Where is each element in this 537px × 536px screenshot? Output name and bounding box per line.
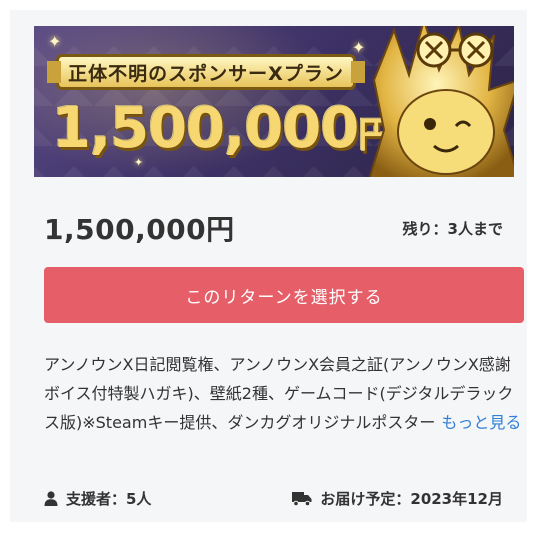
mascot-illustration (368, 26, 514, 177)
truck-icon (292, 491, 312, 506)
ribbon-tail-left (47, 61, 61, 83)
ribbon-tail-right (351, 61, 365, 83)
delivery-date: お届け予定：2023年12月 (320, 490, 503, 508)
banner-ribbon: 正体不明のスポンサーXプラン (47, 54, 365, 90)
banner-ribbon-text: 正体不明のスポンサーXプラン (68, 62, 344, 85)
delivery-info: お届け予定：2023年12月 (292, 488, 503, 509)
reward-price: 1,500,000円 (44, 213, 235, 246)
sparkle-icon: ✦ (48, 32, 62, 51)
select-reward-button[interactable]: このリターンを選択する (44, 267, 524, 323)
user-icon (44, 491, 58, 506)
banner-price: 1,500,000円 (52, 94, 394, 171)
supporters-count: 支援者：5人 (66, 490, 152, 508)
sparkle-icon: ✦ (134, 156, 144, 169)
show-more-link[interactable]: もっと見る (441, 413, 521, 432)
banner-price-number: 1,500,000 (52, 96, 359, 161)
supporters-info: 支援者：5人 (44, 488, 151, 509)
reward-card: 正体不明のスポンサーXプラン 1,500,000円 ✦ ✦ ✦ 1,500,00… (10, 10, 527, 522)
reward-banner-image: 正体不明のスポンサーXプラン 1,500,000円 ✦ ✦ ✦ (34, 26, 514, 177)
remaining-count: 残り：3人まで (402, 220, 503, 238)
reward-description: アンノウンX日記閲覧権、アンノウンX会員之証(アンノウンX感謝ボイス付特製ハガキ… (44, 350, 526, 437)
